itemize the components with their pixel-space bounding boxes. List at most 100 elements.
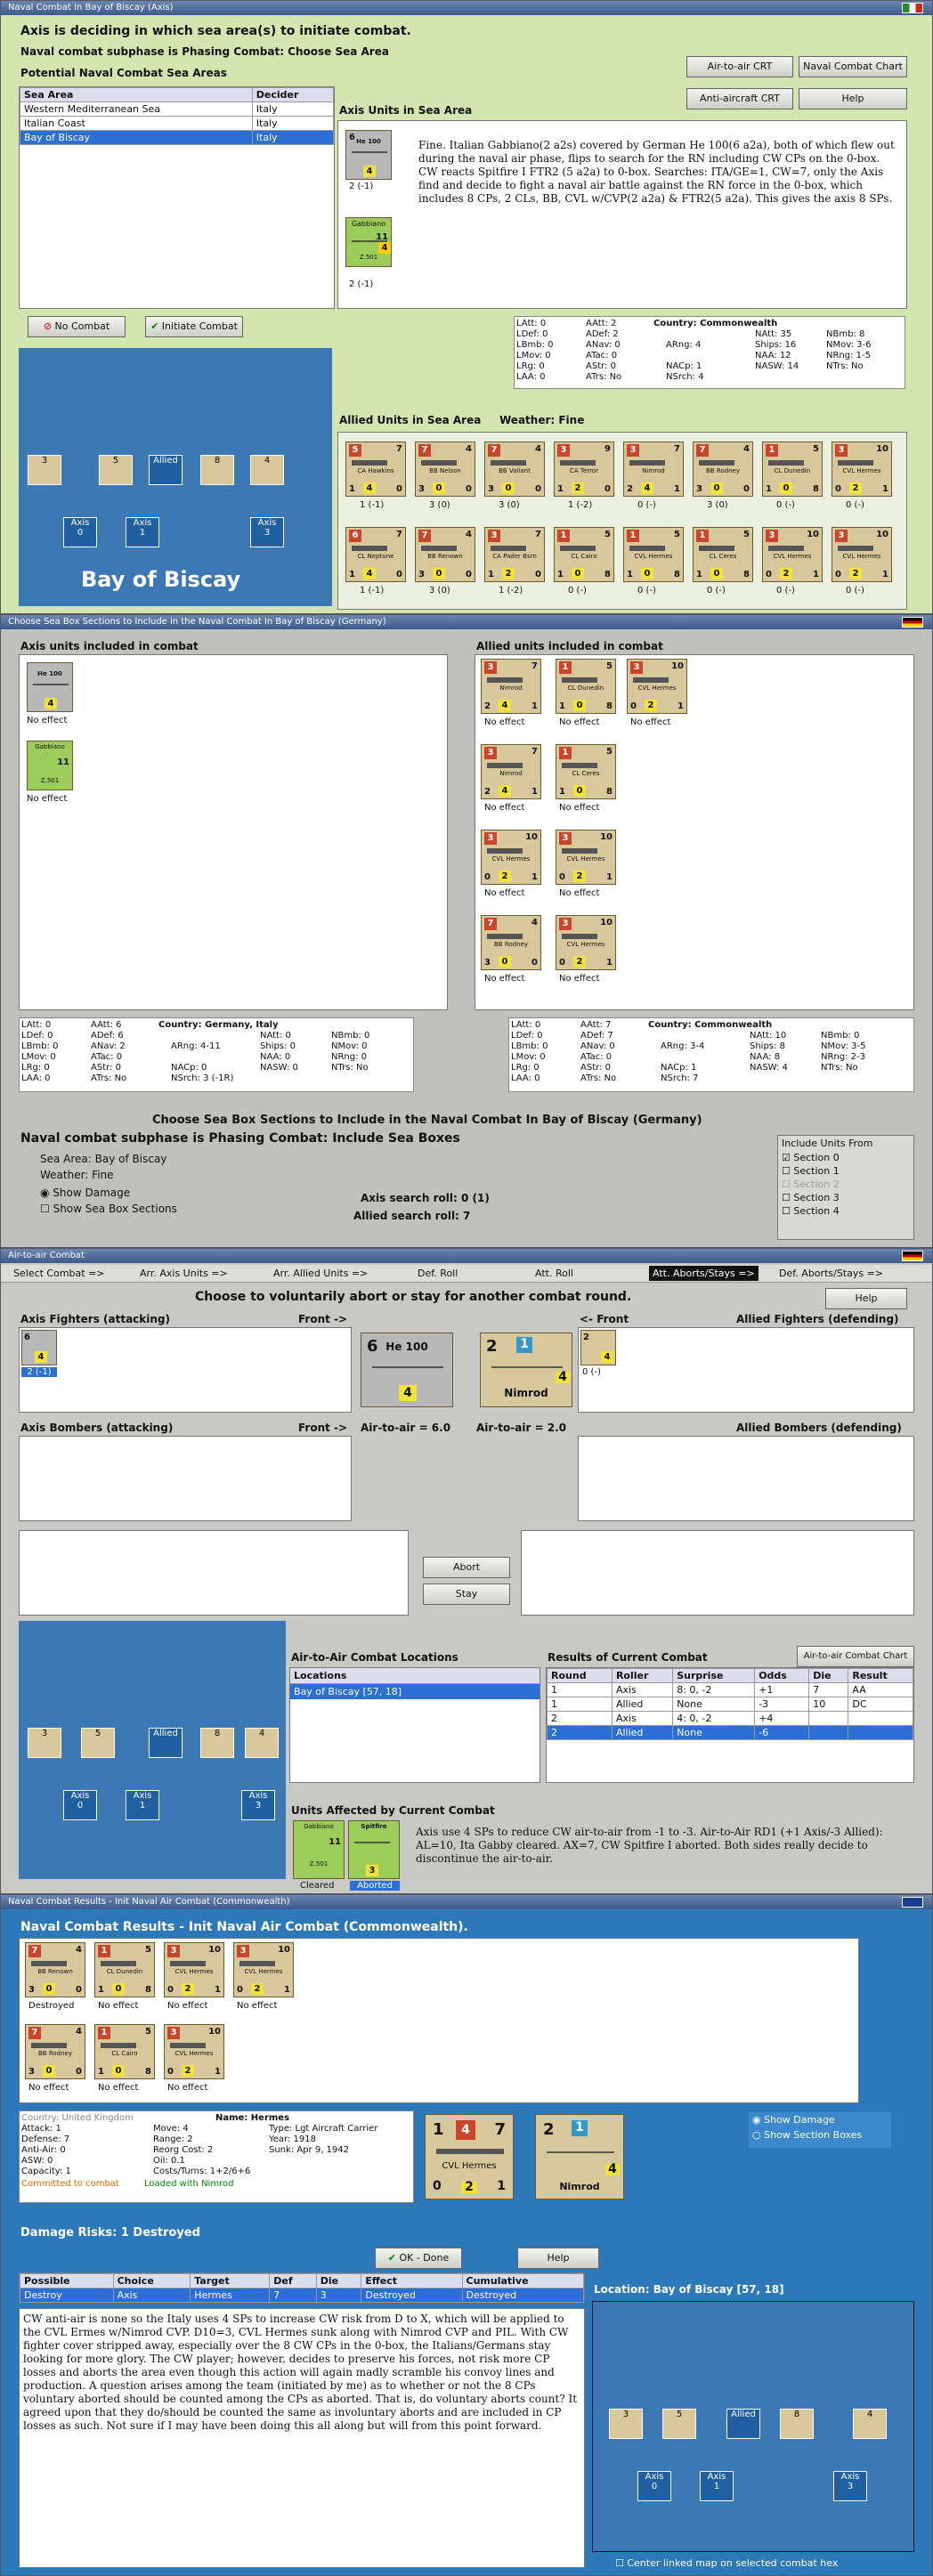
help-button[interactable]: Help (517, 2248, 599, 2269)
unit-counter[interactable]: 3 7 Nimrod 2 4 1 (623, 441, 684, 497)
table-row[interactable]: 2 Allied None -6 (547, 1725, 913, 1740)
unit-counter[interactable]: 6 7 CL Neptune 1 4 0 (345, 527, 406, 582)
unit-counter[interactable]: 7 4 BB Rodney 3 0 0 (25, 2024, 85, 2079)
he100-counter[interactable]: 64 (21, 1330, 57, 1365)
air-to-air-crt-button[interactable]: Air-to-air CRT (686, 56, 793, 77)
table-row[interactable]: Italian Coast Italy (20, 116, 335, 131)
map-box[interactable]: 4 (250, 455, 284, 485)
unit-counter[interactable]: 3 7 CA Pader Bsrn 1 2 0 (484, 527, 545, 582)
show-damage-radio[interactable]: ◉ Show Damage (40, 1187, 130, 1199)
table-row[interactable]: 1 Allied None -3 10 DC (547, 1697, 913, 1712)
unit-counter[interactable]: 7 4 BB Rodney 3 0 0 (481, 915, 541, 970)
unit-counter[interactable]: 3 10 CVL Hermes 0 2 1 (832, 527, 892, 582)
unit-counter[interactable]: 7 4 BB Rodney 3 0 0 (693, 441, 753, 497)
unit-counter[interactable]: 3 10 CVL Hermes 0 2 1 (627, 659, 687, 714)
map-box-axis-0[interactable]: Axis 0 (63, 1790, 97, 1820)
map-box[interactable]: Allied (726, 2409, 760, 2439)
show-damage-radio[interactable]: ◉ Show Damage (749, 2112, 891, 2127)
location-row[interactable]: Bay of Biscay [57, 18] (290, 1684, 540, 1699)
he100-counter[interactable]: He 100 4 (27, 662, 73, 712)
map-box[interactable]: 4 (245, 1728, 279, 1758)
unit-counter[interactable]: 3 7 Nimrod 2 4 1 (481, 744, 541, 799)
map-box[interactable]: 4 (853, 2409, 887, 2439)
unit-counter[interactable]: 3 10 CVL Hermes 0 2 1 (164, 1942, 224, 1997)
section-2-checkbox[interactable]: ☐ Section 2 (778, 1178, 913, 1191)
unit-counter[interactable]: 7 4 BB Valiant 3 0 0 (484, 441, 545, 497)
nimrod-counter[interactable]: 24 (580, 1330, 616, 1365)
sea-map[interactable]: 3 5 Allied 8 4 Axis 0 Axis 1 Axis 3 Bay of … (19, 348, 332, 606)
map-box[interactable]: 3 (28, 1728, 61, 1758)
show-sections-checkbox[interactable]: ☐ Show Sea Box Sections (40, 1203, 177, 1215)
center-map-checkbox[interactable]: ☐ Center linked map on selected combat h… (615, 2557, 838, 2569)
gabbiano-counter[interactable]: Gabbiano 11 Z.501 4 (345, 217, 392, 267)
map-box[interactable]: 5 (662, 2409, 696, 2439)
table-row[interactable]: Destroy Axis Hermes 7 3 Destroyed Destroyed (20, 2288, 585, 2303)
unit-counter[interactable]: 1 5 CL Dunedin 1 0 8 (762, 441, 823, 497)
unit-counter[interactable]: 3 10 CVL Hermes 0 2 1 (481, 830, 541, 885)
naval-combat-chart-button[interactable]: Naval Combat Chart (799, 56, 907, 77)
section-0-checkbox[interactable]: ☑ Section 0 (778, 1151, 913, 1164)
unit-counter[interactable]: 3 10 CVL Hermes 0 2 1 (762, 527, 823, 582)
abort-button[interactable]: Abort (423, 1557, 510, 1578)
initiate-combat-button[interactable]: ✔ Initiate Combat (145, 316, 243, 337)
unit-counter[interactable]: 1 5 CL Ceres 1 0 8 (556, 744, 616, 799)
section-4-checkbox[interactable]: ☐ Section 4 (778, 1204, 913, 1218)
unit-counter[interactable]: 3 10 CVL Hermes 0 2 1 (556, 915, 616, 970)
map-box[interactable]: 8 (780, 2409, 814, 2439)
unit-counter[interactable]: 7 4 BB Renown 3 0 0 (25, 1942, 85, 1997)
unit-counter[interactable]: 1 5 CL Cairo 1 0 8 (94, 2024, 155, 2079)
map-box-axis-1[interactable]: Axis 1 (126, 517, 159, 547)
map-box-axis-1[interactable]: Axis 1 (700, 2471, 734, 2501)
unit-counter[interactable]: 7 4 BB Nelson 3 0 0 (415, 441, 475, 497)
unit-counter[interactable]: 3 10 CVL Hermes 0 2 1 (832, 441, 892, 497)
unit-counter[interactable]: 1 5 CL Dunedin 1 0 8 (556, 659, 616, 714)
section-3-checkbox[interactable]: ☐ Section 3 (778, 1191, 913, 1204)
map-box-axis-3[interactable]: Axis 3 (250, 517, 284, 547)
help-button[interactable]: Help (799, 88, 907, 109)
map-box[interactable]: 8 (200, 455, 234, 485)
spitfire-counter[interactable]: Spitfire 3 (348, 1820, 400, 1879)
map-box[interactable]: 3 (28, 455, 61, 485)
anti-aircraft-crt-button[interactable]: Anti-aircraft CRT (686, 88, 793, 109)
unit-counter[interactable]: 5 7 CA Hawkins 1 4 0 (345, 441, 406, 497)
unit-counter[interactable]: 3 7 Nimrod 2 4 1 (481, 659, 541, 714)
unit-counter[interactable]: 3 10 CVL Hermes 0 2 1 (556, 830, 616, 885)
unit-counter[interactable]: 1 5 CL Dunedin 1 0 8 (94, 1942, 155, 1997)
map-box[interactable]: Allied (149, 455, 183, 485)
map-box[interactable]: 5 (99, 455, 133, 485)
air-combat-chart-button[interactable]: Air-to-air Combat Chart (797, 1646, 914, 1667)
locations-list[interactable]: Locations Bay of Biscay [57, 18] (289, 1667, 540, 1783)
sea-map[interactable]: 3 5 Allied 8 4 Axis 0 Axis 1 Axis 3 (592, 2301, 914, 2552)
help-button[interactable]: Help (825, 1288, 907, 1309)
he100-counter[interactable]: 6 He 100 4 (345, 130, 392, 180)
col-sea-area[interactable]: Sea Area (20, 87, 253, 102)
table-row[interactable]: 1 Axis 8: 0, -2 +1 7 AA (547, 1682, 913, 1697)
gabbiano-counter[interactable]: Gabbiano 11 Z.501 (27, 741, 73, 790)
map-box[interactable]: 8 (200, 1728, 234, 1758)
col-decider[interactable]: Decider (251, 87, 335, 102)
ok-done-button[interactable]: ✔ OK - Done (375, 2248, 462, 2269)
section-1-checkbox[interactable]: ☐ Section 1 (778, 1164, 913, 1178)
show-sections-radio[interactable]: ○ Show Section Boxes (749, 2127, 891, 2143)
map-box[interactable]: 5 (81, 1728, 115, 1758)
table-row[interactable]: Bay of Biscay Italy (20, 130, 335, 145)
stay-button[interactable]: Stay (423, 1584, 510, 1605)
sea-area-list[interactable]: Sea Area Decider Western Mediterranean Se… (19, 86, 335, 309)
sea-map[interactable]: 3 5 Allied 8 4 Axis 0 Axis 1 Axis 3 (19, 1621, 286, 1879)
cvl-hermes-large-counter[interactable]: 1 4 7 CVL Hermes 0 2 1 (425, 2114, 514, 2199)
map-box[interactable]: Allied (149, 1728, 183, 1758)
unit-counter[interactable]: 1 5 CL Cairo 1 0 8 (554, 527, 614, 582)
unit-counter[interactable]: 3 9 CA Terror 1 2 0 (554, 441, 614, 497)
map-box-axis-1[interactable]: Axis 1 (126, 1790, 159, 1820)
nimrod-large-counter[interactable]: 2 1 4 Nimrod (535, 2114, 624, 2199)
unit-counter[interactable]: 3 10 CVL Hermes 0 2 1 (233, 1942, 294, 1997)
map-box-axis-3[interactable]: Axis 3 (833, 2471, 867, 2501)
map-box-axis-3[interactable]: Axis 3 (241, 1790, 275, 1820)
unit-counter[interactable]: 1 5 CVL Hermes 1 0 8 (623, 527, 684, 582)
unit-counter[interactable]: 1 5 CL Ceres 1 0 8 (693, 527, 753, 582)
he100-large-counter[interactable]: 6 He 100 4 (361, 1333, 453, 1407)
map-box-axis-0[interactable]: Axis 0 (637, 2471, 671, 2501)
gabbiano-counter[interactable]: Gabbiano 11 Z.501 (293, 1820, 345, 1879)
map-box[interactable]: 3 (609, 2409, 643, 2439)
table-row[interactable]: 2 Axis 4: 0, -2 +4 (547, 1711, 913, 1726)
